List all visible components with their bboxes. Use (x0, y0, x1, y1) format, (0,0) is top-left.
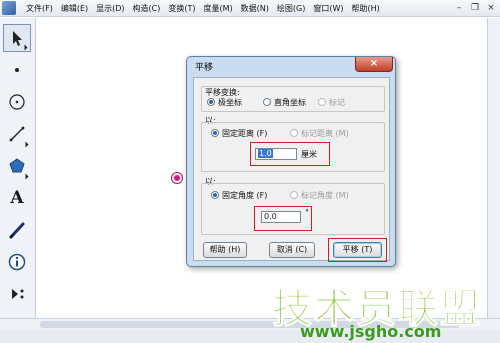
menu-display[interactable]: 显示(D) (92, 3, 128, 14)
fixed-angle-label: 固定角度 (F) (222, 191, 268, 200)
point-icon (15, 68, 19, 72)
menu-construct[interactable]: 构造(C) (129, 3, 165, 14)
polygon-tool[interactable] (3, 152, 31, 180)
fixed-distance-radio[interactable] (211, 129, 219, 137)
vertical-scrollbar[interactable] (487, 18, 500, 318)
marked-angle-label: 标记角度 (M) (301, 191, 349, 200)
marked-angle-radio[interactable] (290, 191, 298, 199)
marked-distance-label: 标记距离 (M) (301, 129, 349, 138)
distance-unit: 厘米 (301, 150, 317, 159)
watermark-url: www.jsgho.com (300, 322, 442, 341)
translate-dialog: 平移 × 平移变换: 极坐标 直角坐标 标记 以: 固定距离 (F) 标记距离 … (186, 56, 396, 267)
info-tool[interactable] (3, 248, 31, 276)
translate-button[interactable]: 平移 (T) (333, 242, 382, 258)
restore-icon[interactable]: ❐ (468, 1, 482, 15)
marker-tool[interactable] (3, 216, 31, 244)
canvas-point[interactable] (172, 173, 182, 183)
rectangular-radio[interactable] (263, 98, 271, 106)
cancel-button[interactable]: 取消 (C) (269, 242, 315, 258)
submenu-indicator-icon (24, 44, 28, 51)
angle-input[interactable]: 0.0 (261, 211, 301, 223)
menu-bar: 文件(F) 编辑(E) 显示(D) 构造(C) 变换(T) 度量(M) 数据(N… (0, 0, 500, 17)
menu-measure[interactable]: 度量(M) (200, 3, 237, 14)
custom-tool[interactable] (3, 280, 31, 308)
menu-file[interactable]: 文件(F) (22, 3, 57, 14)
app-logo-icon (2, 1, 16, 15)
angle-unit: ° (305, 208, 309, 217)
line-icon (9, 126, 25, 142)
close-window-icon[interactable]: × (484, 1, 498, 15)
text-icon: A (10, 188, 24, 208)
dialog-title: 平移 (195, 63, 214, 73)
menu-graph[interactable]: 绘图(G) (273, 3, 309, 14)
text-tool[interactable]: A (3, 184, 31, 212)
submenu-indicator-icon (25, 173, 29, 180)
marker-icon (9, 222, 25, 239)
marked-label: 标记 (329, 98, 345, 107)
marked-radio[interactable] (318, 98, 326, 106)
tool-panel: A (0, 18, 36, 318)
compass-tool[interactable] (3, 88, 31, 116)
select-arrow-icon (13, 31, 22, 46)
rectangular-label: 直角坐标 (274, 98, 306, 107)
fixed-distance-label: 固定距离 (F) (222, 129, 268, 138)
fixed-angle-radio[interactable] (211, 191, 219, 199)
custom-tool-icon (12, 289, 24, 299)
angle-value: 0.0 (264, 212, 277, 221)
dialog-close-button[interactable]: × (355, 57, 393, 72)
distance-value: 1.0 (258, 149, 273, 158)
polar-label: 极坐标 (218, 98, 242, 107)
menu-transform[interactable]: 变换(T) (164, 3, 199, 14)
dialog-body: 平移变换: 极坐标 直角坐标 标记 以: 固定距离 (F) 标记距离 (M) 1… (193, 77, 390, 262)
distance-input[interactable]: 1.0 (255, 148, 297, 160)
polygon-icon (9, 158, 25, 173)
point-tool[interactable] (3, 56, 31, 84)
line-tool[interactable] (3, 120, 31, 148)
menu-window[interactable]: 窗口(W) (309, 3, 347, 14)
help-button[interactable]: 帮助 (H) (203, 242, 247, 258)
menu-data[interactable]: 数据(N) (237, 3, 273, 14)
select-arrow-tool[interactable] (3, 24, 31, 52)
info-icon (8, 253, 26, 271)
compass-icon (9, 94, 25, 110)
submenu-indicator-icon (25, 141, 29, 148)
menu-edit[interactable]: 编辑(E) (57, 3, 92, 14)
minimize-icon[interactable]: – (452, 1, 466, 15)
menu-help[interactable]: 帮助(H) (348, 3, 384, 14)
polar-radio[interactable] (207, 98, 215, 106)
marked-distance-radio[interactable] (290, 129, 298, 137)
